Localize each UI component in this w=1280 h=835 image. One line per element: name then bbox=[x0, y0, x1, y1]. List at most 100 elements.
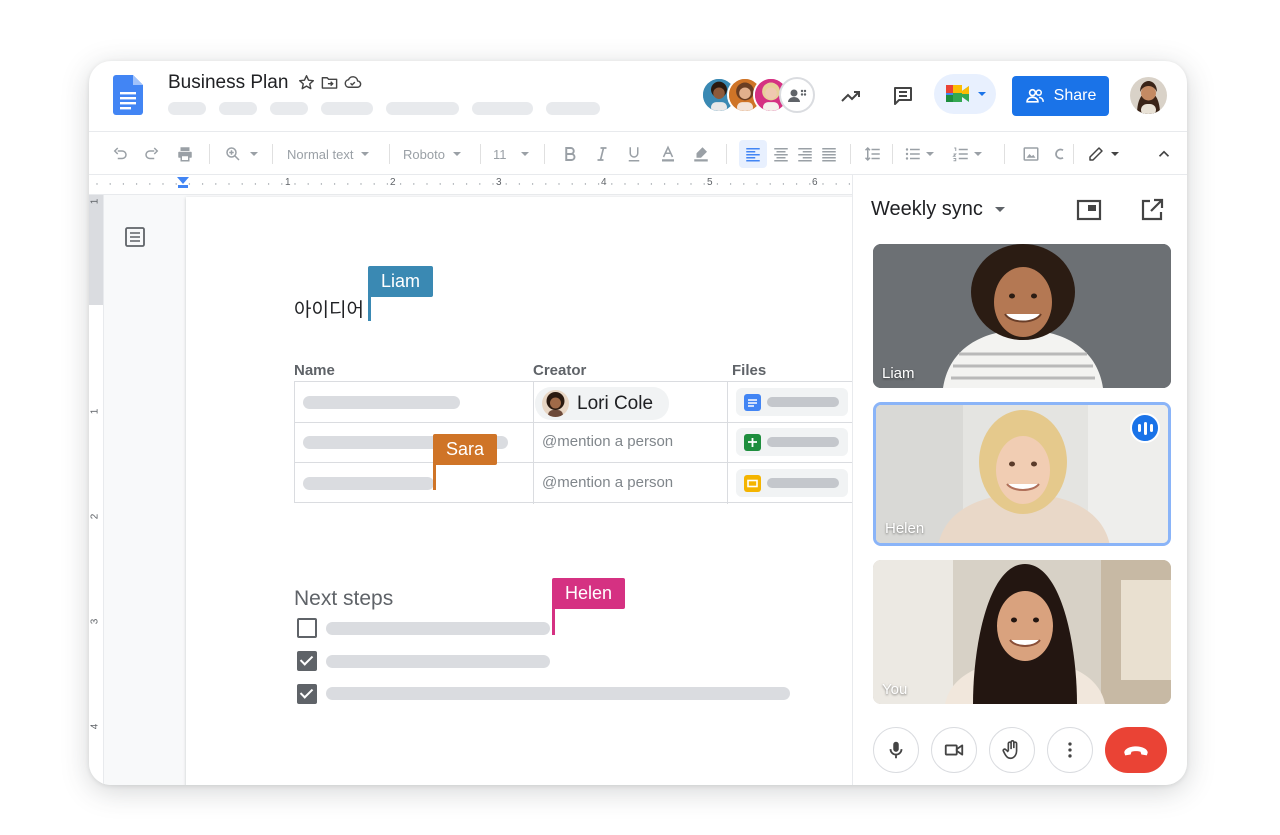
editing-mode-dropdown[interactable] bbox=[1087, 132, 1119, 176]
document-canvas[interactable]: 1 2 3 4 5 6 1 1 2 3 4 아이디어 Liam Name Cre… bbox=[89, 175, 852, 785]
toolbar-divider bbox=[272, 144, 273, 164]
ruler-mark: 1 bbox=[89, 198, 101, 205]
person-chip[interactable]: Lori Cole bbox=[535, 387, 669, 420]
file-chip-slides[interactable] bbox=[736, 469, 848, 497]
meet-call-button[interactable] bbox=[934, 74, 996, 114]
file-chip-sheet[interactable] bbox=[736, 428, 848, 456]
toolbar-divider bbox=[209, 144, 210, 164]
comments-icon[interactable] bbox=[885, 78, 921, 114]
menu-item-placeholder[interactable] bbox=[219, 102, 257, 115]
ruler-tick bbox=[479, 183, 481, 185]
document-outline-icon[interactable] bbox=[124, 226, 146, 248]
menu-item-placeholder[interactable] bbox=[321, 102, 373, 115]
ruler-mark: 4 bbox=[89, 723, 101, 730]
leave-call-button[interactable] bbox=[1105, 727, 1167, 773]
ruler-tick bbox=[96, 183, 98, 185]
participant-tile-helen[interactable]: Helen bbox=[873, 402, 1171, 546]
account-avatar[interactable] bbox=[1130, 77, 1167, 114]
more-viewers-icon[interactable] bbox=[779, 77, 815, 113]
star-icon[interactable] bbox=[297, 73, 316, 92]
checklist-item-placeholder[interactable] bbox=[326, 655, 550, 668]
numbered-list-dropdown[interactable] bbox=[952, 132, 982, 176]
meeting-title-dropdown[interactable]: Weekly sync bbox=[871, 198, 1005, 221]
google-docs-logo-icon[interactable] bbox=[113, 75, 143, 115]
mention-placeholder[interactable]: @mention a person bbox=[542, 433, 673, 450]
section-heading[interactable]: Next steps bbox=[294, 587, 393, 611]
checklist-item-placeholder[interactable] bbox=[326, 687, 790, 700]
insert-link-icon[interactable] bbox=[1051, 132, 1069, 176]
share-button[interactable]: Share bbox=[1012, 76, 1109, 116]
picture-in-picture-icon[interactable] bbox=[1076, 197, 1102, 223]
ruler-mark: 1 bbox=[89, 408, 101, 415]
insert-image-icon[interactable] bbox=[1022, 132, 1040, 176]
font-size-select[interactable]: 11 bbox=[493, 132, 529, 176]
menu-item-placeholder[interactable] bbox=[168, 102, 206, 115]
menu-item-placeholder[interactable] bbox=[270, 102, 308, 115]
document-page[interactable]: 아이디어 Liam Name Creator Files Lori Cole @… bbox=[186, 197, 852, 785]
participant-tile-self[interactable]: You bbox=[873, 560, 1171, 704]
activity-trend-icon[interactable] bbox=[833, 78, 869, 114]
ruler-tick bbox=[756, 183, 758, 185]
align-left-icon[interactable] bbox=[744, 132, 762, 176]
bulleted-list-dropdown[interactable] bbox=[904, 132, 934, 176]
participant-tile-liam[interactable]: Liam bbox=[873, 244, 1171, 388]
indent-marker-icon[interactable] bbox=[177, 177, 189, 189]
raise-hand-button[interactable] bbox=[989, 727, 1035, 773]
zoom-dropdown[interactable] bbox=[224, 132, 258, 176]
checklist-item-placeholder[interactable] bbox=[326, 622, 550, 635]
table-divider bbox=[533, 382, 534, 504]
name-cell-placeholder[interactable] bbox=[303, 396, 460, 409]
chevron-down-icon bbox=[994, 207, 1005, 212]
align-right-icon[interactable] bbox=[796, 132, 814, 176]
align-center-icon[interactable] bbox=[772, 132, 790, 176]
document-title[interactable]: Business Plan bbox=[168, 72, 288, 94]
ruler-tick bbox=[518, 183, 521, 185]
paragraph-style-value: Normal text bbox=[287, 146, 354, 162]
file-chip-doc[interactable] bbox=[736, 388, 848, 416]
ruler-tick bbox=[637, 183, 639, 185]
ruler-tick bbox=[492, 183, 494, 185]
checklist-checkbox-checked[interactable] bbox=[297, 651, 317, 671]
more-vert-icon bbox=[1068, 742, 1072, 758]
more-options-button[interactable] bbox=[1047, 727, 1093, 773]
text-color-icon[interactable] bbox=[659, 132, 677, 176]
ruler-tick bbox=[782, 183, 785, 185]
cloud-saved-icon[interactable] bbox=[343, 73, 362, 92]
redo-icon[interactable] bbox=[143, 132, 161, 176]
participant-name: You bbox=[882, 681, 908, 698]
undo-icon[interactable] bbox=[111, 132, 129, 176]
vertical-ruler[interactable]: 1 1 2 3 4 bbox=[89, 195, 104, 785]
person-chip-name: Lori Cole bbox=[577, 392, 654, 414]
checklist-checkbox-checked[interactable] bbox=[297, 684, 317, 704]
camera-button[interactable] bbox=[931, 727, 977, 773]
horizontal-ruler[interactable]: 1 2 3 4 5 6 bbox=[89, 175, 852, 195]
open-in-new-icon[interactable] bbox=[1139, 197, 1165, 223]
body-text[interactable]: 아이디어 bbox=[294, 295, 364, 322]
pencil-icon bbox=[1089, 147, 1103, 161]
bold-icon[interactable] bbox=[561, 132, 579, 176]
checklist-checkbox[interactable] bbox=[297, 618, 317, 638]
move-to-folder-icon[interactable] bbox=[320, 73, 339, 92]
chevron-up-icon[interactable] bbox=[1155, 132, 1173, 176]
highlight-color-icon[interactable] bbox=[692, 132, 710, 176]
align-justify-icon[interactable] bbox=[820, 132, 838, 176]
line-spacing-icon[interactable] bbox=[864, 132, 882, 176]
toolbar-divider bbox=[1073, 144, 1074, 164]
italic-icon[interactable] bbox=[593, 132, 611, 176]
menu-item-placeholder[interactable] bbox=[472, 102, 533, 115]
paragraph-style-select[interactable]: Normal text bbox=[287, 132, 370, 176]
font-family-select[interactable]: Roboto bbox=[403, 132, 461, 176]
menu-item-placeholder[interactable] bbox=[546, 102, 600, 115]
name-cell-placeholder[interactable] bbox=[303, 477, 434, 490]
print-icon[interactable] bbox=[176, 132, 194, 176]
collaborator-avatars[interactable] bbox=[701, 77, 821, 115]
ruler-tick bbox=[241, 183, 243, 185]
menu-item-placeholder[interactable] bbox=[386, 102, 459, 115]
underline-icon[interactable] bbox=[625, 132, 643, 176]
ruler-tick bbox=[650, 183, 653, 185]
zoom-icon bbox=[226, 147, 240, 161]
microphone-button[interactable] bbox=[873, 727, 919, 773]
toolbar-divider bbox=[726, 144, 727, 164]
chevron-down-icon bbox=[974, 152, 982, 156]
mention-placeholder[interactable]: @mention a person bbox=[542, 474, 673, 491]
